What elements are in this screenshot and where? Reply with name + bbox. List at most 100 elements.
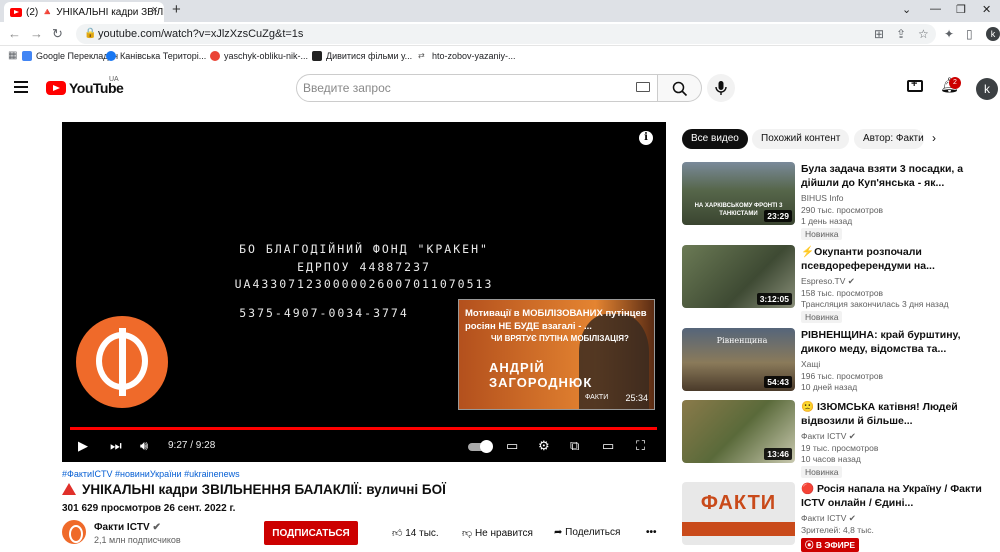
chips-next-chevron-icon[interactable]: › <box>932 131 936 145</box>
sidepanel-icon[interactable]: ▯ <box>966 27 973 41</box>
video-thumbnail[interactable]: Рівненщина 54:43 <box>682 328 795 391</box>
keyboard-icon[interactable] <box>636 82 650 92</box>
miniplayer-icon[interactable]: ⧉ <box>570 438 579 454</box>
browser-profile-avatar[interactable]: k <box>986 27 1000 41</box>
channel-name[interactable]: Espreso.TV ✔ <box>801 276 855 287</box>
video-meta: 158 тыс. просмотров <box>801 288 884 298</box>
dislike-button[interactable]: 👎︎ Не нравится <box>462 527 533 539</box>
new-badge: Новинка <box>801 466 843 478</box>
volume-icon[interactable]: 🔊︎ <box>140 438 148 454</box>
bookmark-item[interactable]: yaschyk-obliku-nik-... <box>210 51 308 61</box>
bookmark-item[interactable]: Дивитися фільми у... <box>312 51 412 61</box>
forward-icon[interactable]: → <box>30 26 43 41</box>
tab-title: (2) 🔺 УНІКАЛЬНІ кадри ЗВІЛЬН <box>26 6 164 18</box>
share-icon[interactable]: ⇪ <box>896 27 906 41</box>
chip-related[interactable]: Похожий контент <box>752 129 850 149</box>
bookmark-item[interactable]: ⇄ hto-zobov-yazaniy-... <box>418 51 516 61</box>
reload-icon[interactable]: ↻ <box>52 26 63 42</box>
extensions-icon[interactable]: ✦ <box>944 27 954 41</box>
bookmark-star-icon[interactable]: ☆ <box>918 27 929 41</box>
overlay-line: ЕДРПОУ 44887237 <box>297 260 431 274</box>
video-duration: 3:12:05 <box>756 293 792 305</box>
channel-name[interactable]: Факти ICTV ✔ <box>94 522 161 533</box>
autoplay-toggle[interactable] <box>468 440 493 453</box>
bookmark-item[interactable]: Google Перекладач <box>22 51 118 61</box>
video-title[interactable]: Була задача взяти 3 посадки, а дійшли до… <box>801 162 997 190</box>
share-button[interactable]: ➦ Поделиться <box>554 527 620 538</box>
recommended-video[interactable]: 3:12:05 ⚡Окупанти розпочали псевдорефере… <box>682 245 1000 323</box>
endcard-title: Мотивації в МОБІЛІЗОВАНИХ путінцев росія… <box>465 308 647 332</box>
youtube-favicon-icon <box>10 7 22 17</box>
channel-name[interactable]: Факти ICTV ✔ <box>801 431 856 442</box>
url-text: youtube.com/watch?v=xJlzXzsCuZg&t=1s <box>98 28 304 40</box>
video-thumbnail[interactable]: 3:12:05 <box>682 245 795 308</box>
video-thumbnail[interactable]: НА ХАРКІВСЬКОМУ ФРОНТІ 3 ТАНКІСТАМИ 23:2… <box>682 162 795 225</box>
settings-gear-icon[interactable]: ⚙ <box>538 438 550 454</box>
tab-search-icon[interactable]: ⌄ <box>902 3 911 16</box>
facebook-icon <box>106 51 116 61</box>
video-player[interactable]: БО БЛАГОДІЙНИЙ ФОНД "КРАКЕН" ЕДРПОУ 4488… <box>62 122 666 462</box>
video-title[interactable]: 🙁 ІЗЮМСЬКА катівня! Людей відвозили й бі… <box>801 400 997 428</box>
bookmark-item[interactable]: Канівська Територі... <box>106 51 206 61</box>
recommended-video[interactable]: Рівненщина 54:43 РІВНЕНЩИНА: край буршти… <box>682 328 1000 404</box>
progress-bar[interactable] <box>70 427 657 430</box>
thumbnail-caption: Рівненщина <box>716 336 768 345</box>
link-icon: ⇄ <box>418 51 428 61</box>
recommended-video[interactable]: 13:46 🙁 ІЗЮМСЬКА катівня! Людей відвозил… <box>682 400 1000 478</box>
more-actions-button[interactable]: ••• <box>646 527 657 538</box>
back-icon[interactable]: ← <box>8 26 21 41</box>
chip-all-videos[interactable]: Все видео <box>682 129 748 149</box>
recommended-video[interactable]: ФАКТИ 🔴 Росія напала на Україну / Факти … <box>682 482 1000 552</box>
minimize-icon[interactable]: — <box>930 3 941 15</box>
channel-name[interactable]: Хащі <box>801 359 820 369</box>
next-icon[interactable]: ⏭ <box>110 438 122 454</box>
browser-tab[interactable]: (2) 🔺 УНІКАЛЬНІ кадри ЗВІЛЬН × <box>4 2 164 22</box>
hashtags[interactable]: #ФактиICTV #новиниУкраїни #ukrainenews <box>62 469 240 479</box>
recommended-video[interactable]: НА ХАРКІВСЬКОМУ ФРОНТІ 3 ТАНКІСТАМИ 23:2… <box>682 162 1000 240</box>
browser-tab-bar: (2) 🔺 УНІКАЛЬНІ кадри ЗВІЛЬН × + ⌄ — ❐ ✕ <box>0 0 1000 22</box>
tab-close-icon[interactable]: × <box>152 4 158 16</box>
fullscreen-icon[interactable]: ⛶ <box>636 438 645 454</box>
channel-name[interactable]: Факти ICTV ✔ <box>801 513 856 524</box>
channel-avatar[interactable] <box>62 520 86 544</box>
play-icon[interactable]: ▶ <box>78 438 88 454</box>
video-title[interactable]: РІВНЕНЩИНА: край бурштину, дикого меду, … <box>801 328 997 356</box>
search-input[interactable]: Введите запрос <box>296 74 658 102</box>
video-duration: 54:43 <box>764 376 792 388</box>
voice-search-button[interactable] <box>707 74 735 102</box>
video-title[interactable]: ⚡Окупанти розпочали псевдореферендуми на… <box>801 245 997 273</box>
window-close-icon[interactable]: ✕ <box>982 3 991 16</box>
subtitles-icon[interactable]: ▭ <box>506 438 518 454</box>
menu-icon[interactable] <box>14 81 28 93</box>
endcard-brand: ФАКТИ <box>585 394 609 401</box>
video-thumbnail[interactable]: 13:46 <box>682 400 795 463</box>
video-thumbnail[interactable]: ФАКТИ <box>682 482 795 545</box>
live-badge: ⦿ В ЭФИРЕ <box>801 538 860 552</box>
maximize-icon[interactable]: ❐ <box>956 3 966 16</box>
overlay-line: UA433071230000026007011070513 <box>234 277 494 291</box>
info-icon[interactable]: i <box>639 131 653 145</box>
like-button[interactable]: 👍︎ 14 тыс. <box>392 527 439 539</box>
live-icon: ⦿ <box>805 540 814 550</box>
apps-icon[interactable]: ▦ <box>8 50 17 61</box>
account-avatar[interactable]: k <box>976 78 998 100</box>
endcard-duration: 25:34 <box>625 393 648 403</box>
overlay-line: БО БЛАГОДІЙНИЙ ФОНД "КРАКЕН" <box>239 242 489 256</box>
url-field[interactable]: 🔒 youtube.com/watch?v=xJlzXzsCuZg&t=1s <box>76 24 936 44</box>
search-button[interactable] <box>658 74 702 102</box>
subscribe-button[interactable]: ПОДПИСАТЬСЯ <box>264 521 358 545</box>
chip-from-channel[interactable]: Автор: Факти ICTV <box>854 129 924 149</box>
new-badge: Новинка <box>801 311 843 323</box>
video-stats: 301 629 просмотров 26 сент. 2022 г. <box>62 503 236 514</box>
new-badge: Новинка <box>801 228 843 240</box>
new-tab-button[interactable]: + <box>172 1 181 18</box>
video-meta: Зрителей: 4,8 тыс. <box>801 525 874 535</box>
region-label: UA <box>109 76 119 83</box>
channel-name[interactable]: BIHUS Info <box>801 193 844 203</box>
endscreen-video-card[interactable]: Мотивації в МОБІЛІЗОВАНИХ путінцев росія… <box>458 299 655 410</box>
video-title[interactable]: 🔴 Росія напала на Україну / Факти ICTV о… <box>801 482 997 510</box>
install-icon[interactable]: ⊞ <box>874 27 884 41</box>
theater-mode-icon[interactable]: ▭ <box>602 438 614 454</box>
verified-icon: ✔ <box>848 513 856 523</box>
create-video-icon[interactable] <box>907 78 923 92</box>
